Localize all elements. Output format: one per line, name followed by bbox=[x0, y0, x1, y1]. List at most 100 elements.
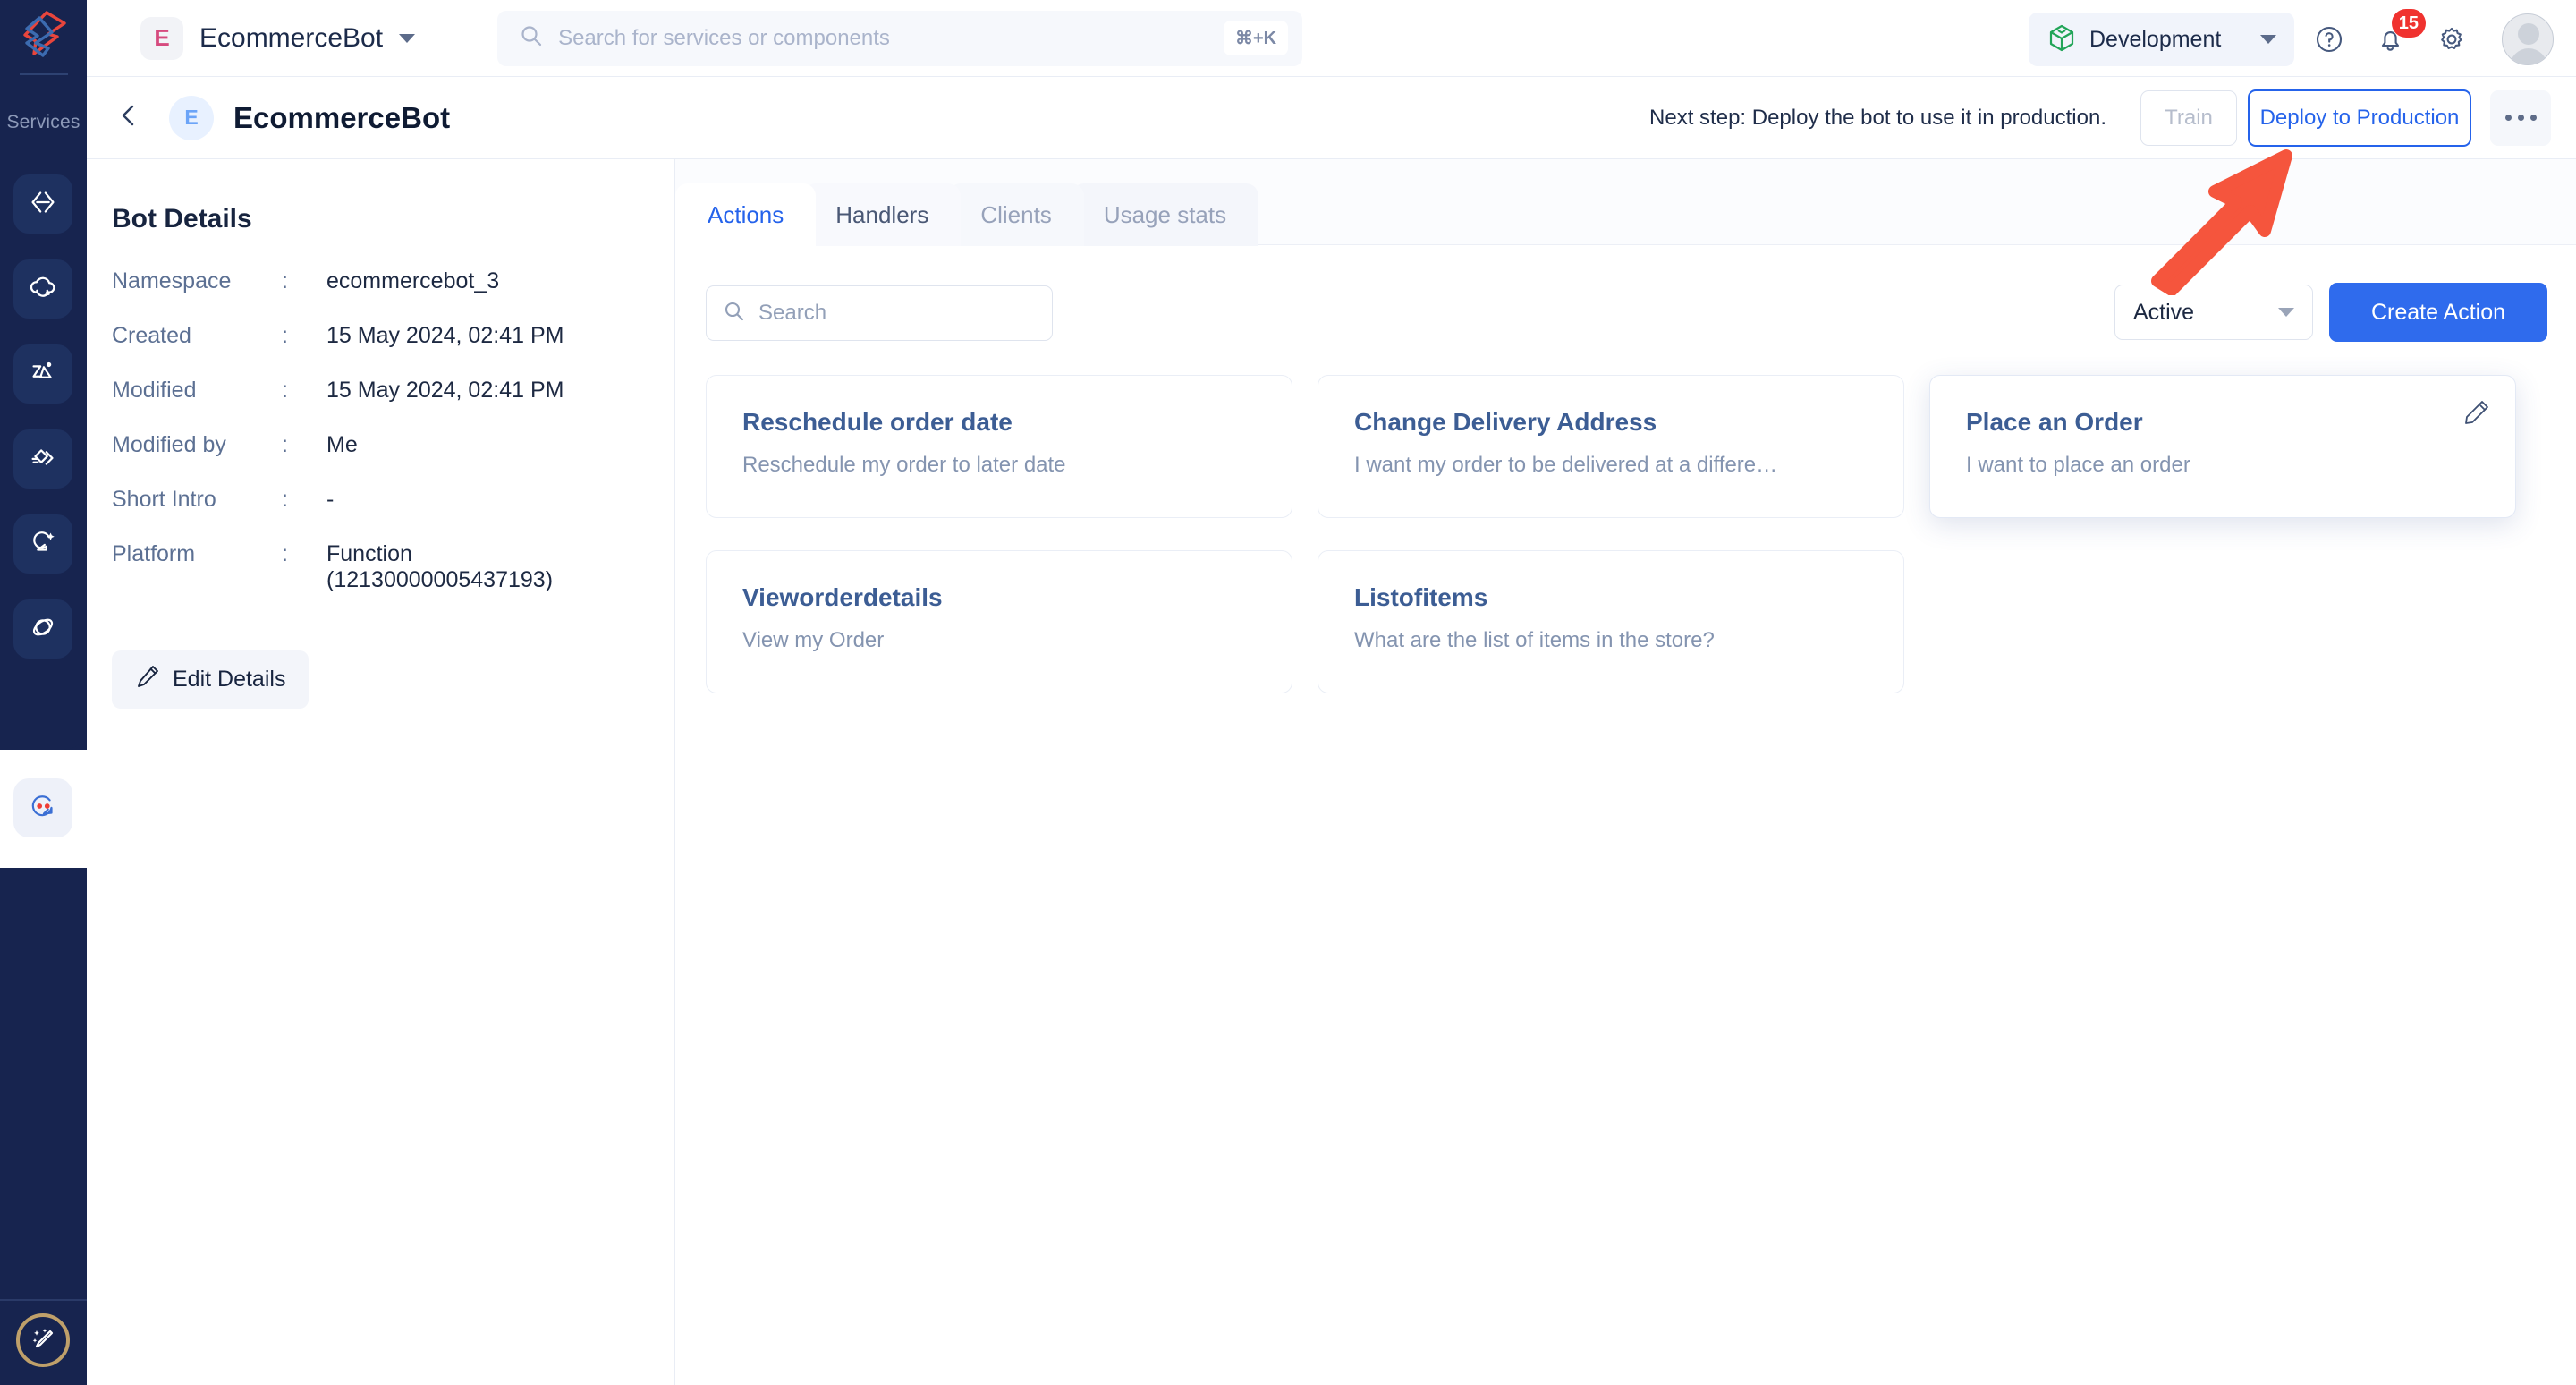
integration-icon bbox=[26, 355, 60, 394]
page-title: EcommerceBot bbox=[233, 100, 451, 134]
action-card-subtitle: I want my order to be delivered at a dif… bbox=[1354, 453, 1778, 477]
detail-label: Created bbox=[112, 323, 191, 348]
detail-colon: : bbox=[282, 378, 288, 403]
next-step-hint: Next step: Deploy the bot to use it in p… bbox=[1649, 105, 2106, 130]
ellipsis-icon[interactable] bbox=[2490, 89, 2551, 146]
magic-wand-icon bbox=[29, 1324, 57, 1357]
edit-details-label: Edit Details bbox=[173, 667, 286, 692]
environment-name: Development bbox=[2089, 26, 2222, 52]
actions-panel: Search Active Create Action Reschedule o… bbox=[675, 244, 2576, 1385]
action-card[interactable]: Listofitems What are the list of items i… bbox=[1318, 550, 1904, 693]
bot-details-title: Bot Details bbox=[112, 204, 252, 234]
create-action-button[interactable]: Create Action bbox=[2329, 283, 2547, 342]
action-card-title: Listofitems bbox=[1354, 583, 1488, 611]
magic-search-icon bbox=[26, 525, 60, 564]
help-circle-icon[interactable] bbox=[2313, 23, 2345, 60]
tab-usage-stats[interactable]: Usage stats bbox=[1071, 183, 1259, 246]
pencil-icon bbox=[135, 664, 160, 695]
chevron-down-icon[interactable] bbox=[399, 33, 416, 43]
status-filter-value: Active bbox=[2133, 299, 2195, 325]
detail-label: Platform bbox=[112, 541, 196, 566]
detail-colon: : bbox=[282, 323, 288, 348]
detail-colon: : bbox=[282, 432, 288, 457]
detail-colon: : bbox=[282, 487, 288, 512]
sidebar-item-integration[interactable] bbox=[13, 344, 72, 404]
tab-handlers[interactable]: Handlers bbox=[803, 183, 962, 246]
detail-label: Modified by bbox=[112, 432, 226, 457]
search-input[interactable]: Search bbox=[706, 285, 1053, 341]
action-card-subtitle: I want to place an order bbox=[1966, 453, 2190, 477]
detail-row: Namespace : ecommercebot_3 bbox=[112, 268, 674, 294]
sidebar-item-orbit[interactable] bbox=[13, 599, 72, 659]
detail-row: Short Intro : - bbox=[112, 487, 674, 513]
page-subheader: E EcommerceBot Next step: Deploy the bot… bbox=[87, 77, 2576, 159]
action-card[interactable]: Change Delivery Address I want my order … bbox=[1318, 375, 1904, 518]
left-nav-rail: Services bbox=[0, 0, 87, 1385]
avatar-head bbox=[2518, 23, 2539, 45]
detail-value: 15 May 2024, 02:41 PM bbox=[326, 378, 564, 403]
edit-details-button[interactable]: Edit Details bbox=[112, 650, 309, 709]
action-card[interactable]: Place an Order I want to place an order bbox=[1929, 375, 2516, 518]
app-avatar-badge: E bbox=[140, 16, 183, 60]
global-search-input[interactable]: Search for services or components ⌘+K bbox=[497, 10, 1303, 66]
avatar-body bbox=[2510, 48, 2547, 64]
deploy-to-production-button[interactable]: Deploy to Production bbox=[2248, 89, 2471, 147]
environment-selector[interactable]: Development bbox=[2029, 13, 2294, 66]
action-card-subtitle: Reschedule my order to later date bbox=[742, 453, 1066, 477]
detail-value: - bbox=[326, 487, 335, 512]
search-icon bbox=[723, 300, 746, 327]
notification-count-badge: 15 bbox=[2391, 9, 2426, 38]
detail-label: Modified bbox=[112, 378, 197, 403]
bot-details-panel: Bot Details Namespace : ecommercebot_3 C… bbox=[87, 159, 675, 1385]
chevron-down-icon[interactable] bbox=[2260, 35, 2276, 44]
action-card-subtitle: What are the list of items in the store? bbox=[1354, 628, 1715, 652]
search-placeholder: Search bbox=[758, 301, 827, 325]
detail-value: 15 May 2024, 02:41 PM bbox=[326, 323, 564, 348]
sidebar-item-bots[interactable] bbox=[13, 778, 72, 837]
tab-actions[interactable]: Actions bbox=[675, 183, 817, 246]
gear-icon[interactable] bbox=[2436, 23, 2468, 60]
detail-row: Platform : Function (12130000005437193) bbox=[112, 541, 674, 593]
action-card-subtitle: View my Order bbox=[742, 628, 885, 652]
brand-logo[interactable] bbox=[16, 7, 72, 63]
rail-divider bbox=[20, 73, 68, 75]
tab-clients[interactable]: Clients bbox=[948, 183, 1084, 246]
detail-value: Function (12130000005437193) bbox=[326, 541, 554, 592]
app-title: EcommerceBot bbox=[199, 22, 384, 53]
avatar[interactable] bbox=[2502, 13, 2554, 65]
rail-bottom-divider bbox=[0, 1299, 87, 1301]
tab-bar: Actions Handlers Clients Usage stats bbox=[675, 182, 1259, 246]
bot-avatar-badge: E bbox=[169, 95, 214, 140]
detail-row: Modified : 15 May 2024, 02:41 PM bbox=[112, 378, 674, 404]
action-card[interactable]: Vieworderdetails View my Order bbox=[706, 550, 1292, 693]
sidebar-item-insights[interactable] bbox=[13, 514, 72, 574]
chevron-left-icon[interactable] bbox=[108, 95, 149, 140]
sidebar-item-code[interactable] bbox=[13, 174, 72, 234]
magic-assistant-button[interactable] bbox=[16, 1313, 70, 1367]
train-button[interactable]: Train bbox=[2140, 89, 2237, 146]
main-content: Actions Handlers Clients Usage stats Sea… bbox=[675, 159, 2576, 1385]
detail-row: Modified by : Me bbox=[112, 432, 674, 458]
sidebar-item-cloud[interactable] bbox=[13, 259, 72, 319]
detail-value: ecommercebot_3 bbox=[326, 268, 500, 293]
handshake-icon bbox=[26, 440, 60, 479]
action-card-title: Vieworderdetails bbox=[742, 583, 943, 611]
detail-label: Namespace bbox=[112, 268, 232, 293]
detail-row: Created : 15 May 2024, 02:41 PM bbox=[112, 323, 674, 349]
status-filter-dropdown[interactable]: Active bbox=[2114, 285, 2313, 340]
action-card-title: Place an Order bbox=[1966, 408, 2143, 436]
detail-colon: : bbox=[282, 268, 288, 293]
action-card[interactable]: Reschedule order date Reschedule my orde… bbox=[706, 375, 1292, 518]
detail-colon: : bbox=[282, 541, 288, 566]
code-brackets-icon bbox=[26, 185, 60, 224]
search-shortcut-badge: ⌘+K bbox=[1223, 21, 1289, 55]
global-search-placeholder: Search for services or components bbox=[558, 25, 890, 50]
chevron-down-icon bbox=[2278, 308, 2294, 317]
cube-icon bbox=[2046, 22, 2077, 57]
action-card-grid: Reschedule order date Reschedule my orde… bbox=[706, 375, 2548, 693]
pencil-icon[interactable] bbox=[2463, 399, 2490, 430]
rail-section-label: Services bbox=[6, 112, 80, 132]
bot-chat-icon bbox=[26, 789, 60, 828]
orbit-icon bbox=[26, 610, 60, 649]
sidebar-item-handshake[interactable] bbox=[13, 429, 72, 489]
